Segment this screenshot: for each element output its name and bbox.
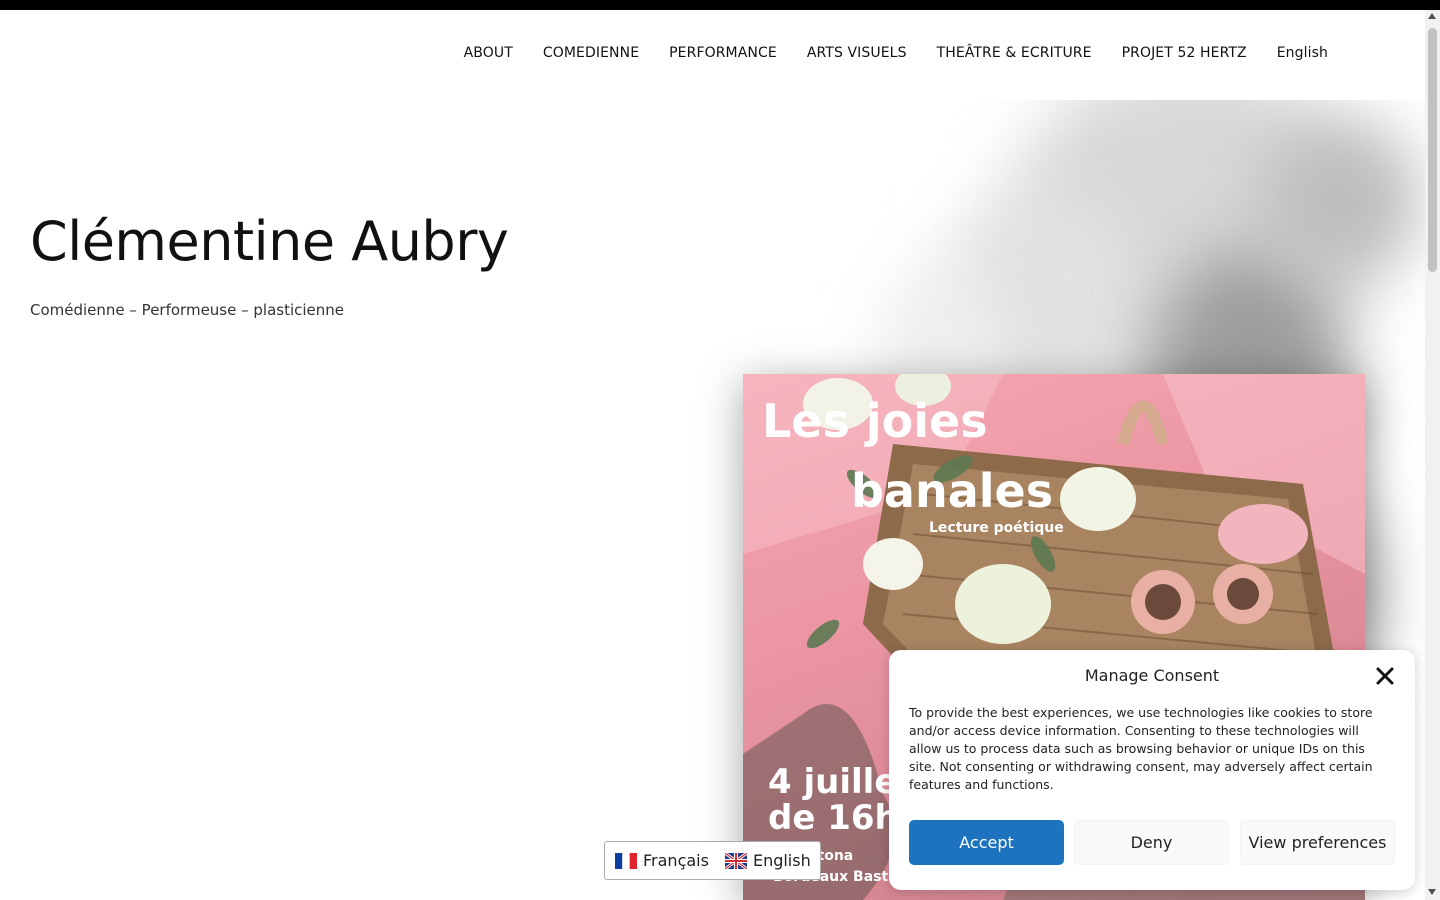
france-flag-icon: [615, 852, 637, 869]
view-preferences-button[interactable]: View preferences: [1240, 820, 1395, 865]
bg-blur-shape: [1260, 120, 1420, 280]
poster-title-line1: Les joies: [762, 394, 988, 448]
page-title: Clémentine Aubry: [30, 210, 509, 273]
poster-date-line2: de 16h: [768, 798, 899, 838]
close-icon[interactable]: [1375, 666, 1395, 686]
consent-title: Manage Consent: [1084, 666, 1220, 685]
language-switcher: Français English: [604, 841, 821, 880]
uk-flag-icon: [724, 852, 747, 869]
language-label: English: [752, 851, 811, 870]
accept-button[interactable]: Accept: [909, 820, 1064, 865]
nav-item-performance[interactable]: PERFORMANCE: [669, 45, 777, 61]
language-option-french[interactable]: Français: [615, 851, 709, 870]
nav-menu: ABOUT COMEDIENNE PERFORMANCE ARTS VISUEL…: [464, 45, 1328, 61]
deny-button[interactable]: Deny: [1074, 820, 1229, 865]
top-black-bar: [0, 0, 1440, 10]
cookie-consent-dialog: Manage Consent To provide the best exper…: [889, 650, 1415, 890]
main-navigation: ABOUT COMEDIENNE PERFORMANCE ARTS VISUEL…: [0, 10, 1425, 100]
nav-item-about[interactable]: ABOUT: [464, 45, 513, 61]
nav-item-language[interactable]: English: [1277, 45, 1328, 61]
language-label: Français: [643, 851, 709, 870]
scroll-up-arrow-icon[interactable]: [1428, 13, 1436, 19]
poster-title-line2: banales: [851, 464, 1054, 518]
page-scrollbar[interactable]: [1425, 10, 1440, 900]
page-subtitle: Comédienne – Performeuse – plasticienne: [30, 301, 345, 319]
language-option-english[interactable]: English: [724, 851, 811, 870]
nav-item-arts-visuels[interactable]: ARTS VISUELS: [807, 45, 907, 61]
nav-item-theatre-ecriture[interactable]: THEÂTRE & ECRITURE: [937, 45, 1092, 61]
nav-item-projet-52-hertz[interactable]: PROJET 52 HERTZ: [1122, 45, 1247, 61]
scrollbar-thumb[interactable]: [1428, 28, 1437, 272]
consent-body-text: To provide the best experiences, we use …: [909, 705, 1373, 792]
poster-date-line1: 4 juille: [768, 762, 898, 802]
scroll-down-arrow-icon[interactable]: [1428, 889, 1436, 895]
poster-subtitle: Lecture poétique: [929, 520, 1064, 536]
nav-item-comedienne[interactable]: COMEDIENNE: [543, 45, 639, 61]
